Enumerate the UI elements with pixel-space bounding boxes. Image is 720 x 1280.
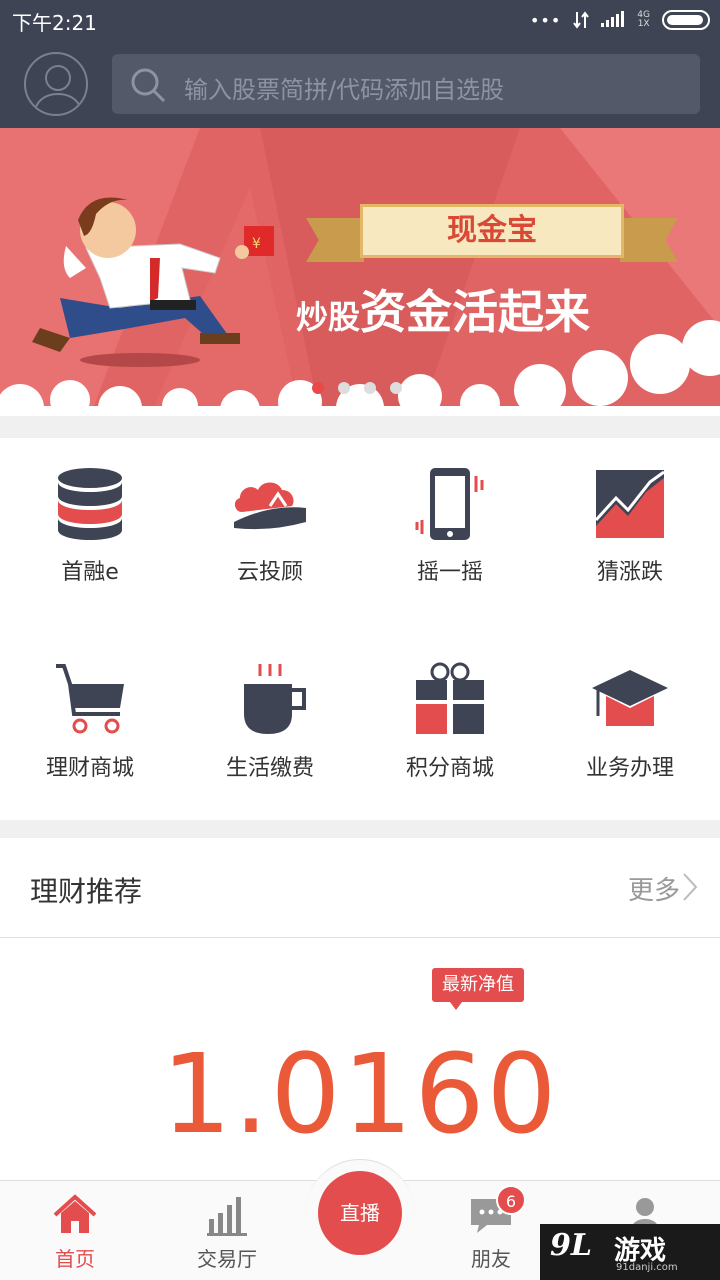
tab-label: 首页: [55, 1247, 95, 1271]
live-button[interactable]: 直播: [318, 1171, 402, 1255]
data-transfer-icon: [573, 11, 590, 29]
network-type: 4G 1X: [637, 11, 650, 29]
banner-background: ¥: [0, 128, 720, 416]
user-placeholder-icon: [33, 65, 83, 114]
graduation-cap-icon: [592, 670, 668, 726]
watermark-site: 91danji.com: [616, 1262, 678, 1273]
user-avatar[interactable]: [24, 52, 88, 116]
grid-label: 积分商城: [405, 756, 494, 781]
home-icon: [53, 1194, 97, 1233]
grid-item-yuntougu[interactable]: 云投顾: [180, 438, 360, 588]
grid-label: 云投顾: [236, 560, 303, 585]
status-time: 下午2:21: [12, 11, 97, 35]
signal-icon: [601, 11, 625, 27]
banner-dot[interactable]: [390, 382, 402, 394]
nav-value[interactable]: 1.0160: [0, 1030, 720, 1158]
grid-item-business[interactable]: 业务办理: [540, 634, 720, 784]
network-1x: 1X: [637, 19, 650, 29]
banner-dot[interactable]: [312, 382, 324, 394]
banner-dot[interactable]: [364, 382, 376, 394]
more-link[interactable]: 更多: [628, 870, 680, 907]
grid-label: 猜涨跌: [596, 560, 663, 585]
banner-slogan: 炒股资金活起来: [296, 276, 590, 342]
bar-chart-icon: [207, 1197, 247, 1236]
banner-slogan-part1: 炒股: [296, 298, 361, 336]
recommend-header: 理财推荐 更多: [0, 838, 720, 938]
site-watermark: 9L 游戏 91danji.com: [540, 1224, 720, 1280]
gift-icon: [416, 662, 484, 734]
header: 输入股票简拼/代码添加自选股: [0, 40, 720, 128]
search-icon: [131, 68, 166, 103]
grid-label: 首融e: [61, 560, 119, 585]
banner-slogan-part2: 资金活起来: [360, 285, 591, 339]
feature-grid: 首融e 云投顾 摇一摇 猜涨跌 理财商城 生活缴费 积分商城 业务办理: [0, 438, 720, 820]
recommend-section: 理财推荐 更多 最新净值 1.0160: [0, 838, 720, 1180]
database-icon: [58, 468, 122, 540]
tab-home[interactable]: 首页: [0, 1181, 150, 1280]
unread-badge: 6: [496, 1185, 526, 1215]
search-placeholder: 输入股票简拼/代码添加自选股: [184, 76, 505, 104]
banner-tag: 现金宝: [360, 204, 624, 258]
coffee-cup-icon: [244, 664, 306, 734]
banner-pagination: [312, 382, 402, 394]
chevron-right-icon[interactable]: [682, 872, 698, 902]
grid-item-shourong[interactable]: 首融e: [0, 438, 180, 588]
grid-item-shake[interactable]: 摇一摇: [360, 438, 540, 588]
more-dots-icon: •••: [529, 10, 562, 30]
latest-nav-badge: 最新净值: [432, 968, 524, 1010]
shake-phone-icon: [415, 468, 484, 540]
cloud-icon: [234, 482, 306, 530]
grid-item-life-pay[interactable]: 生活缴费: [180, 634, 360, 784]
status-bar: 下午2:21 ••• 4G 1X: [0, 0, 720, 40]
watermark-logo: 9L: [550, 1228, 592, 1263]
battery-icon: [662, 10, 710, 30]
tab-label: 交易厅: [197, 1247, 257, 1271]
grid-label: 摇一摇: [416, 560, 483, 585]
grid-item-guess[interactable]: 猜涨跌: [540, 438, 720, 588]
status-icons: ••• 4G 1X: [530, 8, 710, 32]
banner-dot[interactable]: [338, 382, 350, 394]
trend-chart-icon: [594, 470, 665, 538]
grid-label: 业务办理: [585, 756, 674, 781]
search-bar[interactable]: 输入股票简拼/代码添加自选股: [112, 54, 700, 114]
grid-label: 生活缴费: [225, 756, 314, 781]
recommend-title: 理财推荐: [30, 875, 143, 908]
tab-trading[interactable]: 交易厅: [152, 1181, 302, 1280]
promo-banner[interactable]: ¥ 现金宝 炒股资金活起来: [0, 128, 720, 416]
grid-item-points-mall[interactable]: 积分商城: [360, 634, 540, 784]
grid-item-finance-mall[interactable]: 理财商城: [0, 634, 180, 784]
grid-label: 理财商城: [45, 756, 134, 781]
svg-text:¥: ¥: [252, 236, 261, 252]
shopping-cart-icon: [56, 664, 124, 734]
